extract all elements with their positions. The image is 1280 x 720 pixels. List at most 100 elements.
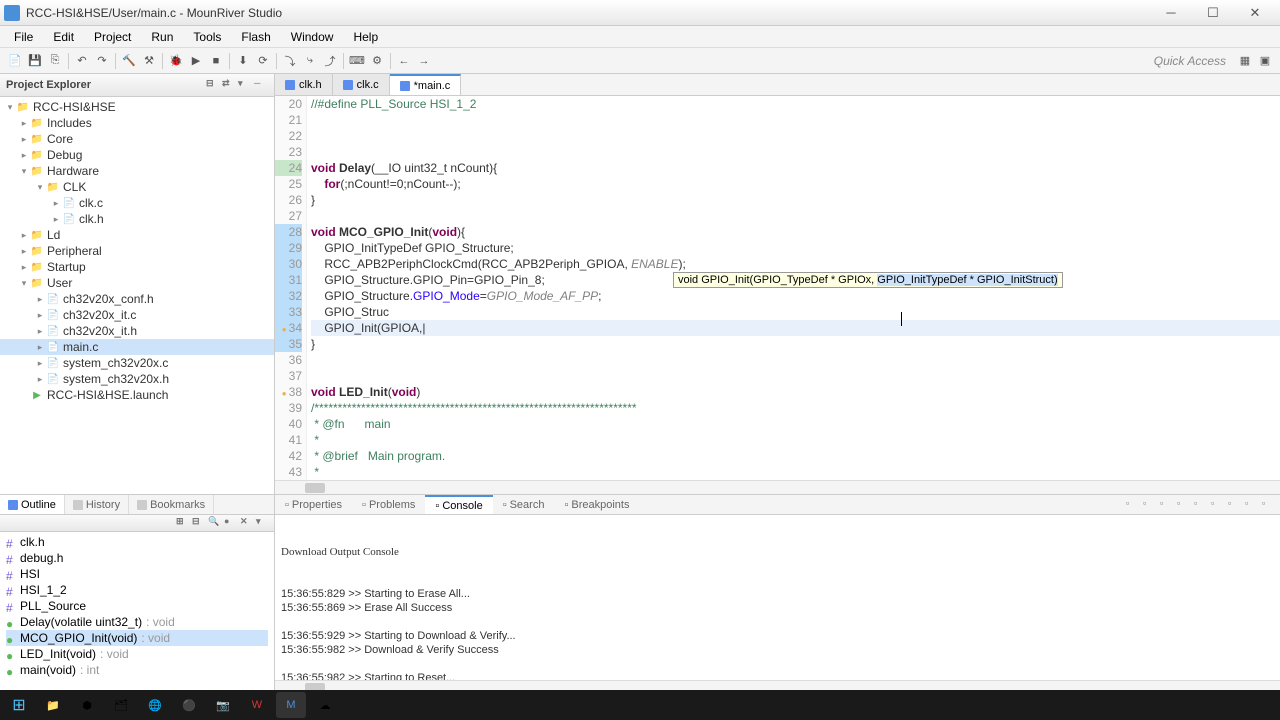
step-into-icon[interactable]: ⤷: [301, 52, 319, 70]
menu-run[interactable]: Run: [141, 28, 183, 46]
tree-item[interactable]: ▸📁Ld: [0, 227, 274, 243]
taskbar-obs-icon[interactable]: ⚫: [174, 692, 204, 718]
tree-item[interactable]: ▸📄system_ch32v20x.c: [0, 355, 274, 371]
outline-item[interactable]: ●main(void) : int: [6, 662, 268, 678]
forward-icon[interactable]: →: [415, 52, 433, 70]
min-icon[interactable]: ▫: [1245, 498, 1259, 512]
menu-edit[interactable]: Edit: [43, 28, 84, 46]
run-icon[interactable]: ▶: [187, 52, 205, 70]
tree-item[interactable]: ▸📄main.c: [0, 339, 274, 355]
terminal-icon[interactable]: ▫: [1194, 498, 1208, 512]
tree-item[interactable]: ▸📁Debug: [0, 147, 274, 163]
save-icon[interactable]: 💾: [26, 52, 44, 70]
pin-icon[interactable]: ▫: [1126, 498, 1140, 512]
tree-item[interactable]: ▸📁Core: [0, 131, 274, 147]
tree-item[interactable]: ▾📁Hardware: [0, 163, 274, 179]
tree-item[interactable]: ▸📁Startup: [0, 259, 274, 275]
minimize-button[interactable]: ─: [1158, 3, 1184, 23]
build-icon[interactable]: 🔨: [120, 52, 138, 70]
menu-flash[interactable]: Flash: [231, 28, 280, 46]
perspective2-icon[interactable]: ▣: [1256, 52, 1274, 70]
tree-item[interactable]: ▸📄ch32v20x_conf.h: [0, 291, 274, 307]
outline-item[interactable]: #debug.h: [6, 550, 268, 566]
max-icon[interactable]: ▫: [1262, 498, 1276, 512]
taskbar-camera-icon[interactable]: 📷: [208, 692, 238, 718]
menu-icon[interactable]: ▫: [1228, 498, 1242, 512]
console-tab-problems[interactable]: ▫Problems: [352, 495, 425, 514]
outline-tab-outline[interactable]: Outline: [0, 495, 65, 514]
minimize-panel-icon[interactable]: ─: [254, 78, 268, 92]
tree-root[interactable]: ▾ 📁 RCC-HSI&HSE: [0, 99, 274, 115]
console-tab-breakpoints[interactable]: ▫Breakpoints: [554, 495, 639, 514]
maximize-button[interactable]: ☐: [1200, 3, 1226, 23]
view-menu-icon[interactable]: ▾: [238, 78, 252, 92]
display-icon[interactable]: ▫: [1143, 498, 1157, 512]
menu-window[interactable]: Window: [281, 28, 344, 46]
collapse-all-icon[interactable]: ⊟: [206, 78, 220, 92]
new-icon[interactable]: 📄: [6, 52, 24, 70]
taskbar-explorer-icon[interactable]: 📁: [38, 692, 68, 718]
clear-icon[interactable]: ▫: [1160, 498, 1174, 512]
editor-tab[interactable]: clk.h: [275, 74, 333, 95]
close-button[interactable]: ✕: [1242, 3, 1268, 23]
code-area[interactable]: //#define PLL_Source HSI_1_2 void Delay(…: [307, 96, 1280, 480]
menu-project[interactable]: Project: [84, 28, 141, 46]
redo-icon[interactable]: ↷: [93, 52, 111, 70]
back-icon[interactable]: ←: [395, 52, 413, 70]
save-all-icon[interactable]: ⎘: [46, 52, 64, 70]
outline-item[interactable]: #HSI: [6, 566, 268, 582]
taskbar-app2-icon[interactable]: ☁: [310, 692, 340, 718]
menu-tools[interactable]: Tools: [183, 28, 231, 46]
quick-access[interactable]: Quick Access: [1154, 54, 1226, 68]
console-tab-console[interactable]: ▫Console: [425, 495, 492, 514]
tree-item[interactable]: ▸📄clk.c: [0, 195, 274, 211]
taskbar-files-icon[interactable]: 🗂: [106, 692, 136, 718]
outline-btn1-icon[interactable]: ⊞: [176, 516, 190, 530]
outline-item[interactable]: #HSI_1_2: [6, 582, 268, 598]
console-output[interactable]: Download Output Console 15:36:55:829 >> …: [275, 515, 1280, 680]
outline-tab-history[interactable]: History: [65, 495, 129, 514]
outline-item[interactable]: ●MCO_GPIO_Init(void) : void: [6, 630, 268, 646]
debug-icon[interactable]: 🐞: [167, 52, 185, 70]
download-icon[interactable]: ⬇: [234, 52, 252, 70]
tree-item[interactable]: ▸📄clk.h: [0, 211, 274, 227]
console-tab-properties[interactable]: ▫Properties: [275, 495, 352, 514]
outline-item[interactable]: #clk.h: [6, 534, 268, 550]
remove-icon[interactable]: ▫: [1211, 498, 1225, 512]
perspective-icon[interactable]: ▦: [1236, 52, 1254, 70]
console-tab-search[interactable]: ▫Search: [493, 495, 555, 514]
outline-btn3-icon[interactable]: 🔍: [208, 516, 222, 530]
settings-icon[interactable]: ⚙: [368, 52, 386, 70]
tree-item[interactable]: ▸📁Includes: [0, 115, 274, 131]
outline-btn5-icon[interactable]: ✕: [240, 516, 254, 530]
stop-icon[interactable]: ■: [207, 52, 225, 70]
start-button[interactable]: ⊞: [4, 692, 34, 718]
build-all-icon[interactable]: ⚒: [140, 52, 158, 70]
taskbar-mounriver-icon[interactable]: M: [276, 692, 306, 718]
outline-btn4-icon[interactable]: ●: [224, 516, 238, 530]
outline-item[interactable]: ●Delay(volatile uint32_t) : void: [6, 614, 268, 630]
tree-item[interactable]: ▶RCC-HSI&HSE.launch: [0, 387, 274, 403]
editor-hscrollbar[interactable]: [275, 480, 1280, 494]
taskbar-edge-icon[interactable]: 🌐: [140, 692, 170, 718]
step-over-icon[interactable]: ⤵: [281, 52, 299, 70]
scroll-lock-icon[interactable]: ▫: [1177, 498, 1191, 512]
tree-item[interactable]: ▾📁CLK: [0, 179, 274, 195]
refresh-icon[interactable]: ⟳: [254, 52, 272, 70]
editor[interactable]: 2021222324252627282930313233343536373839…: [275, 96, 1280, 480]
outline-tab-bookmarks[interactable]: Bookmarks: [129, 495, 214, 514]
taskbar-wps-icon[interactable]: W: [242, 692, 272, 718]
taskbar-app1-icon[interactable]: ⬢: [72, 692, 102, 718]
tree-item[interactable]: ▸📄ch32v20x_it.h: [0, 323, 274, 339]
editor-tab[interactable]: *main.c: [390, 74, 462, 95]
tree-item[interactable]: ▸📁Peripheral: [0, 243, 274, 259]
outline-item[interactable]: #PLL_Source: [6, 598, 268, 614]
editor-tab[interactable]: clk.c: [333, 74, 390, 95]
terminal-icon[interactable]: ⌨: [348, 52, 366, 70]
outline-item[interactable]: ●LED_Init(void) : void: [6, 646, 268, 662]
outline-menu-icon[interactable]: ▾: [256, 516, 270, 530]
tree-item[interactable]: ▾📁User: [0, 275, 274, 291]
undo-icon[interactable]: ↶: [73, 52, 91, 70]
link-editor-icon[interactable]: ⇄: [222, 78, 236, 92]
outline-btn2-icon[interactable]: ⊟: [192, 516, 206, 530]
